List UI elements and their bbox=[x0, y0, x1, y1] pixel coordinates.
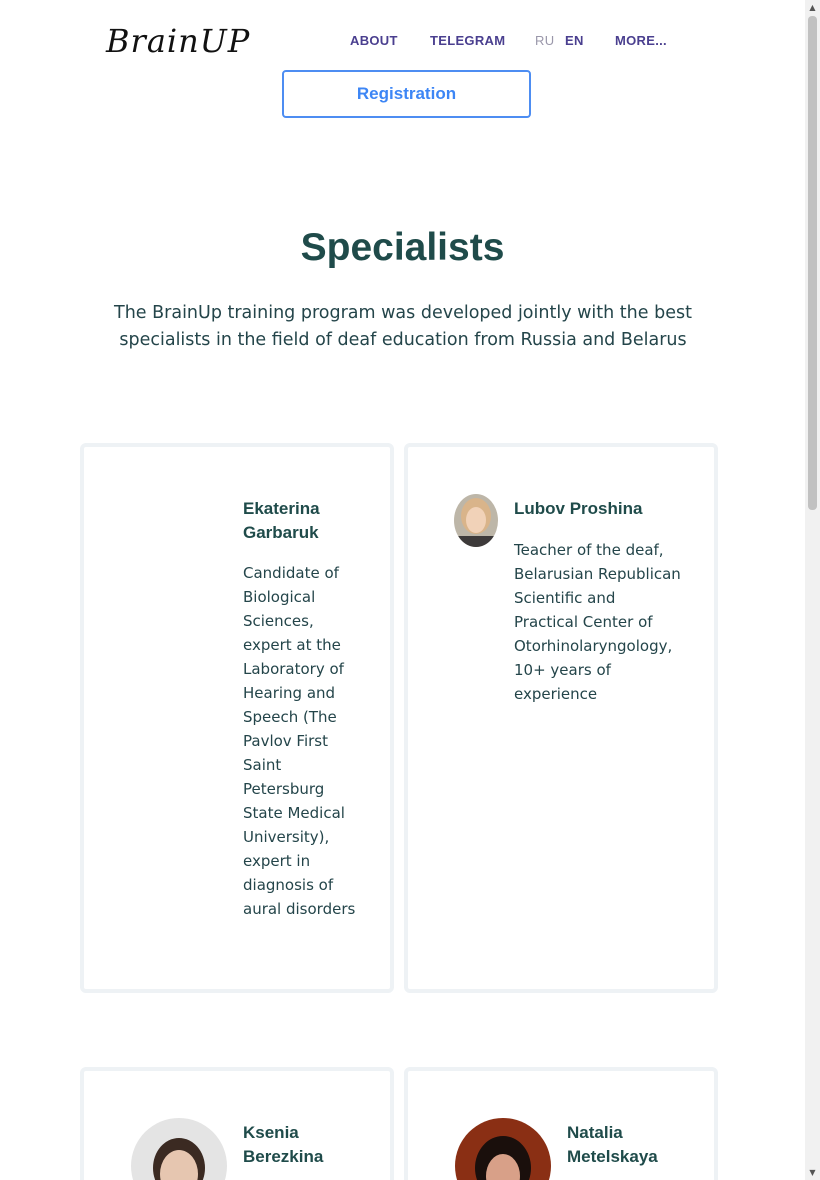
registration-button[interactable]: Registration bbox=[282, 70, 531, 118]
avatar bbox=[455, 1118, 551, 1180]
specialist-name: Lubov Proshina bbox=[514, 499, 643, 518]
nav-more[interactable]: MORE... bbox=[615, 33, 667, 49]
lang-ru[interactable]: RU bbox=[535, 33, 554, 49]
specialist-name: Ksenia Berezkina bbox=[243, 1123, 324, 1166]
avatar bbox=[160, 494, 204, 500]
specialist-card: Lubov Proshina Teacher of the deaf, Bela… bbox=[404, 443, 718, 993]
nav-telegram[interactable]: TELEGRAM bbox=[430, 33, 505, 49]
page: BrainUP ABOUT TELEGRAM RU EN MORE... Reg… bbox=[0, 0, 805, 1180]
scroll-thumb[interactable] bbox=[808, 16, 817, 510]
section-title: Specialists bbox=[300, 226, 505, 269]
specialist-description: Candidate of Biological Sciences, expert… bbox=[243, 564, 356, 918]
specialist-card: Ekaterina Garbaruk Candidate of Biologic… bbox=[80, 443, 394, 993]
specialist-card: Natalia Metelskaya bbox=[404, 1067, 718, 1180]
specialist-name: Natalia Metelskaya bbox=[567, 1123, 658, 1166]
vertical-scrollbar[interactable]: ▲ ▼ bbox=[805, 0, 820, 1180]
specialist-card: Ksenia Berezkina bbox=[80, 1067, 394, 1180]
avatar bbox=[131, 1118, 227, 1180]
brainup-logo[interactable]: BrainUP bbox=[106, 22, 249, 60]
specialist-name: Ekaterina Garbaruk bbox=[243, 499, 320, 542]
specialist-description: Teacher of the deaf, Belarusian Republic… bbox=[514, 541, 681, 703]
scroll-down-icon[interactable]: ▼ bbox=[805, 1165, 820, 1180]
nav-about[interactable]: ABOUT bbox=[350, 33, 398, 49]
avatar bbox=[454, 494, 498, 547]
section-subtitle: The BrainUp training program was develop… bbox=[114, 303, 692, 350]
lang-en[interactable]: EN bbox=[565, 33, 584, 49]
scroll-up-icon[interactable]: ▲ bbox=[805, 0, 820, 15]
